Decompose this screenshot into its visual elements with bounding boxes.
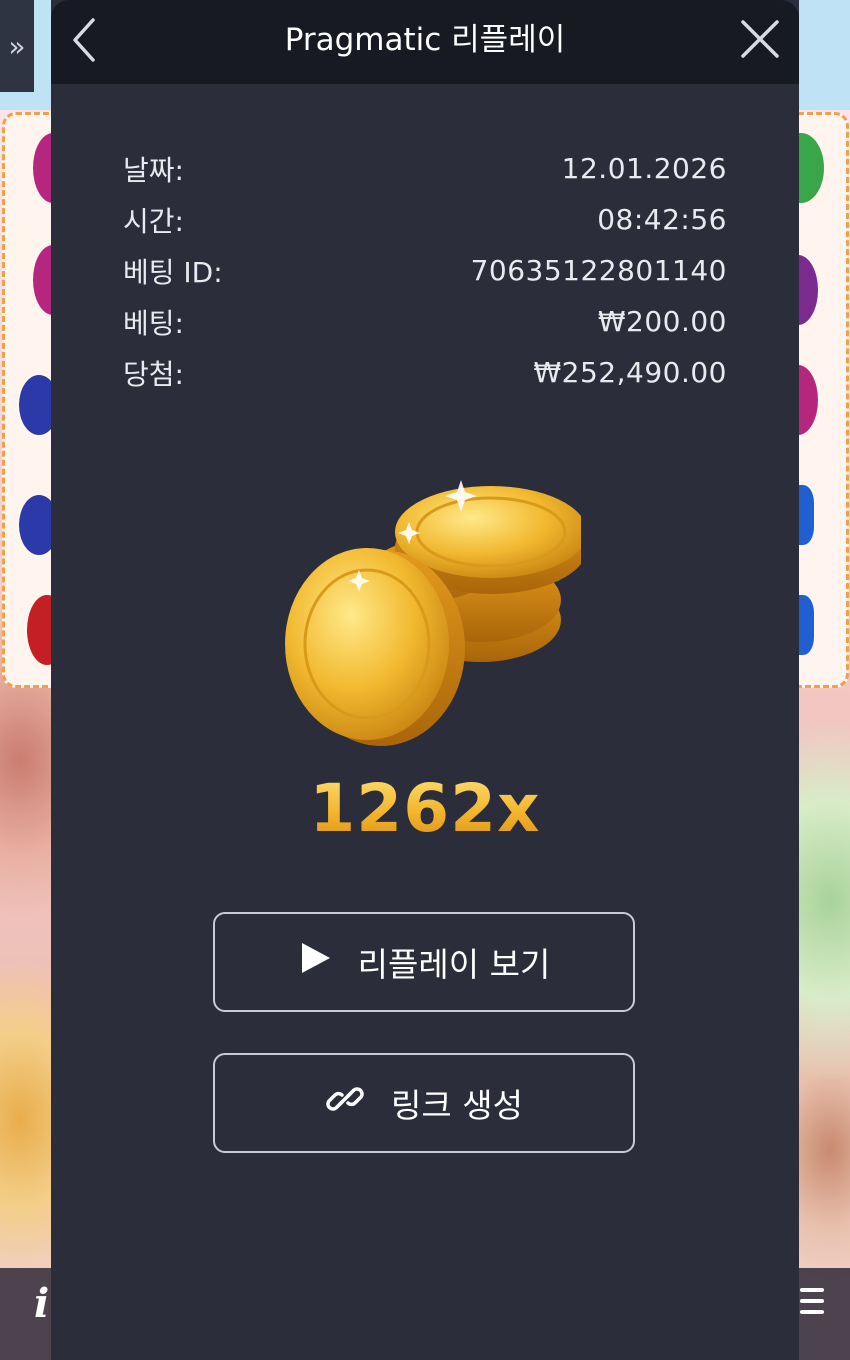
detail-row-date: 날짜: 12.01.2026 [123, 143, 727, 194]
detail-label: 베팅: [123, 306, 184, 340]
close-icon [741, 20, 779, 58]
expand-sidebar-button[interactable]: » [0, 0, 34, 92]
view-replay-label: 리플레이 보기 [357, 945, 551, 984]
detail-value: 08:42:56 [597, 203, 727, 236]
create-link-button[interactable]: 링크 생성 [213, 1053, 635, 1153]
detail-row-win: 당첨: ₩252,490.00 [123, 347, 727, 398]
detail-label: 날짜: [123, 153, 184, 187]
game-menu-icon[interactable] [800, 1288, 824, 1321]
detail-label: 시간: [123, 204, 184, 238]
view-replay-button[interactable]: 리플레이 보기 [213, 912, 635, 1012]
detail-value: 70635122801140 [470, 254, 727, 287]
modal-title: Pragmatic 리플레이 [284, 22, 566, 58]
play-icon [298, 941, 332, 983]
detail-row-time: 시간: 08:42:56 [123, 194, 727, 245]
detail-value: 12.01.2026 [561, 152, 727, 185]
reel-left-edge [2, 112, 73, 688]
game-info-icon[interactable]: i [34, 1280, 49, 1327]
detail-value: ₩200.00 [597, 305, 727, 338]
detail-value: ₩252,490.00 [533, 356, 727, 389]
detail-row-bet-id: 베팅 ID: 70635122801140 [123, 245, 727, 296]
gold-coins-icon [285, 480, 581, 746]
close-button[interactable] [737, 16, 783, 62]
detail-row-bet: 베팅: ₩200.00 [123, 296, 727, 347]
modal-header: Pragmatic 리플레이 [51, 0, 799, 84]
bet-details: 날짜: 12.01.2026 시간: 08:42:56 베팅 ID: 70635… [123, 143, 727, 398]
replay-modal: Pragmatic 리플레이 날짜: 12.01.2026 시간: 08:42:… [51, 0, 799, 1360]
reel-right-edge [778, 112, 849, 688]
detail-label: 당첨: [123, 357, 184, 391]
win-multiplier: 1262x [51, 770, 799, 847]
detail-label: 베팅 ID: [123, 255, 223, 289]
create-link-label: 링크 생성 [391, 1086, 523, 1125]
link-icon [325, 1079, 365, 1127]
